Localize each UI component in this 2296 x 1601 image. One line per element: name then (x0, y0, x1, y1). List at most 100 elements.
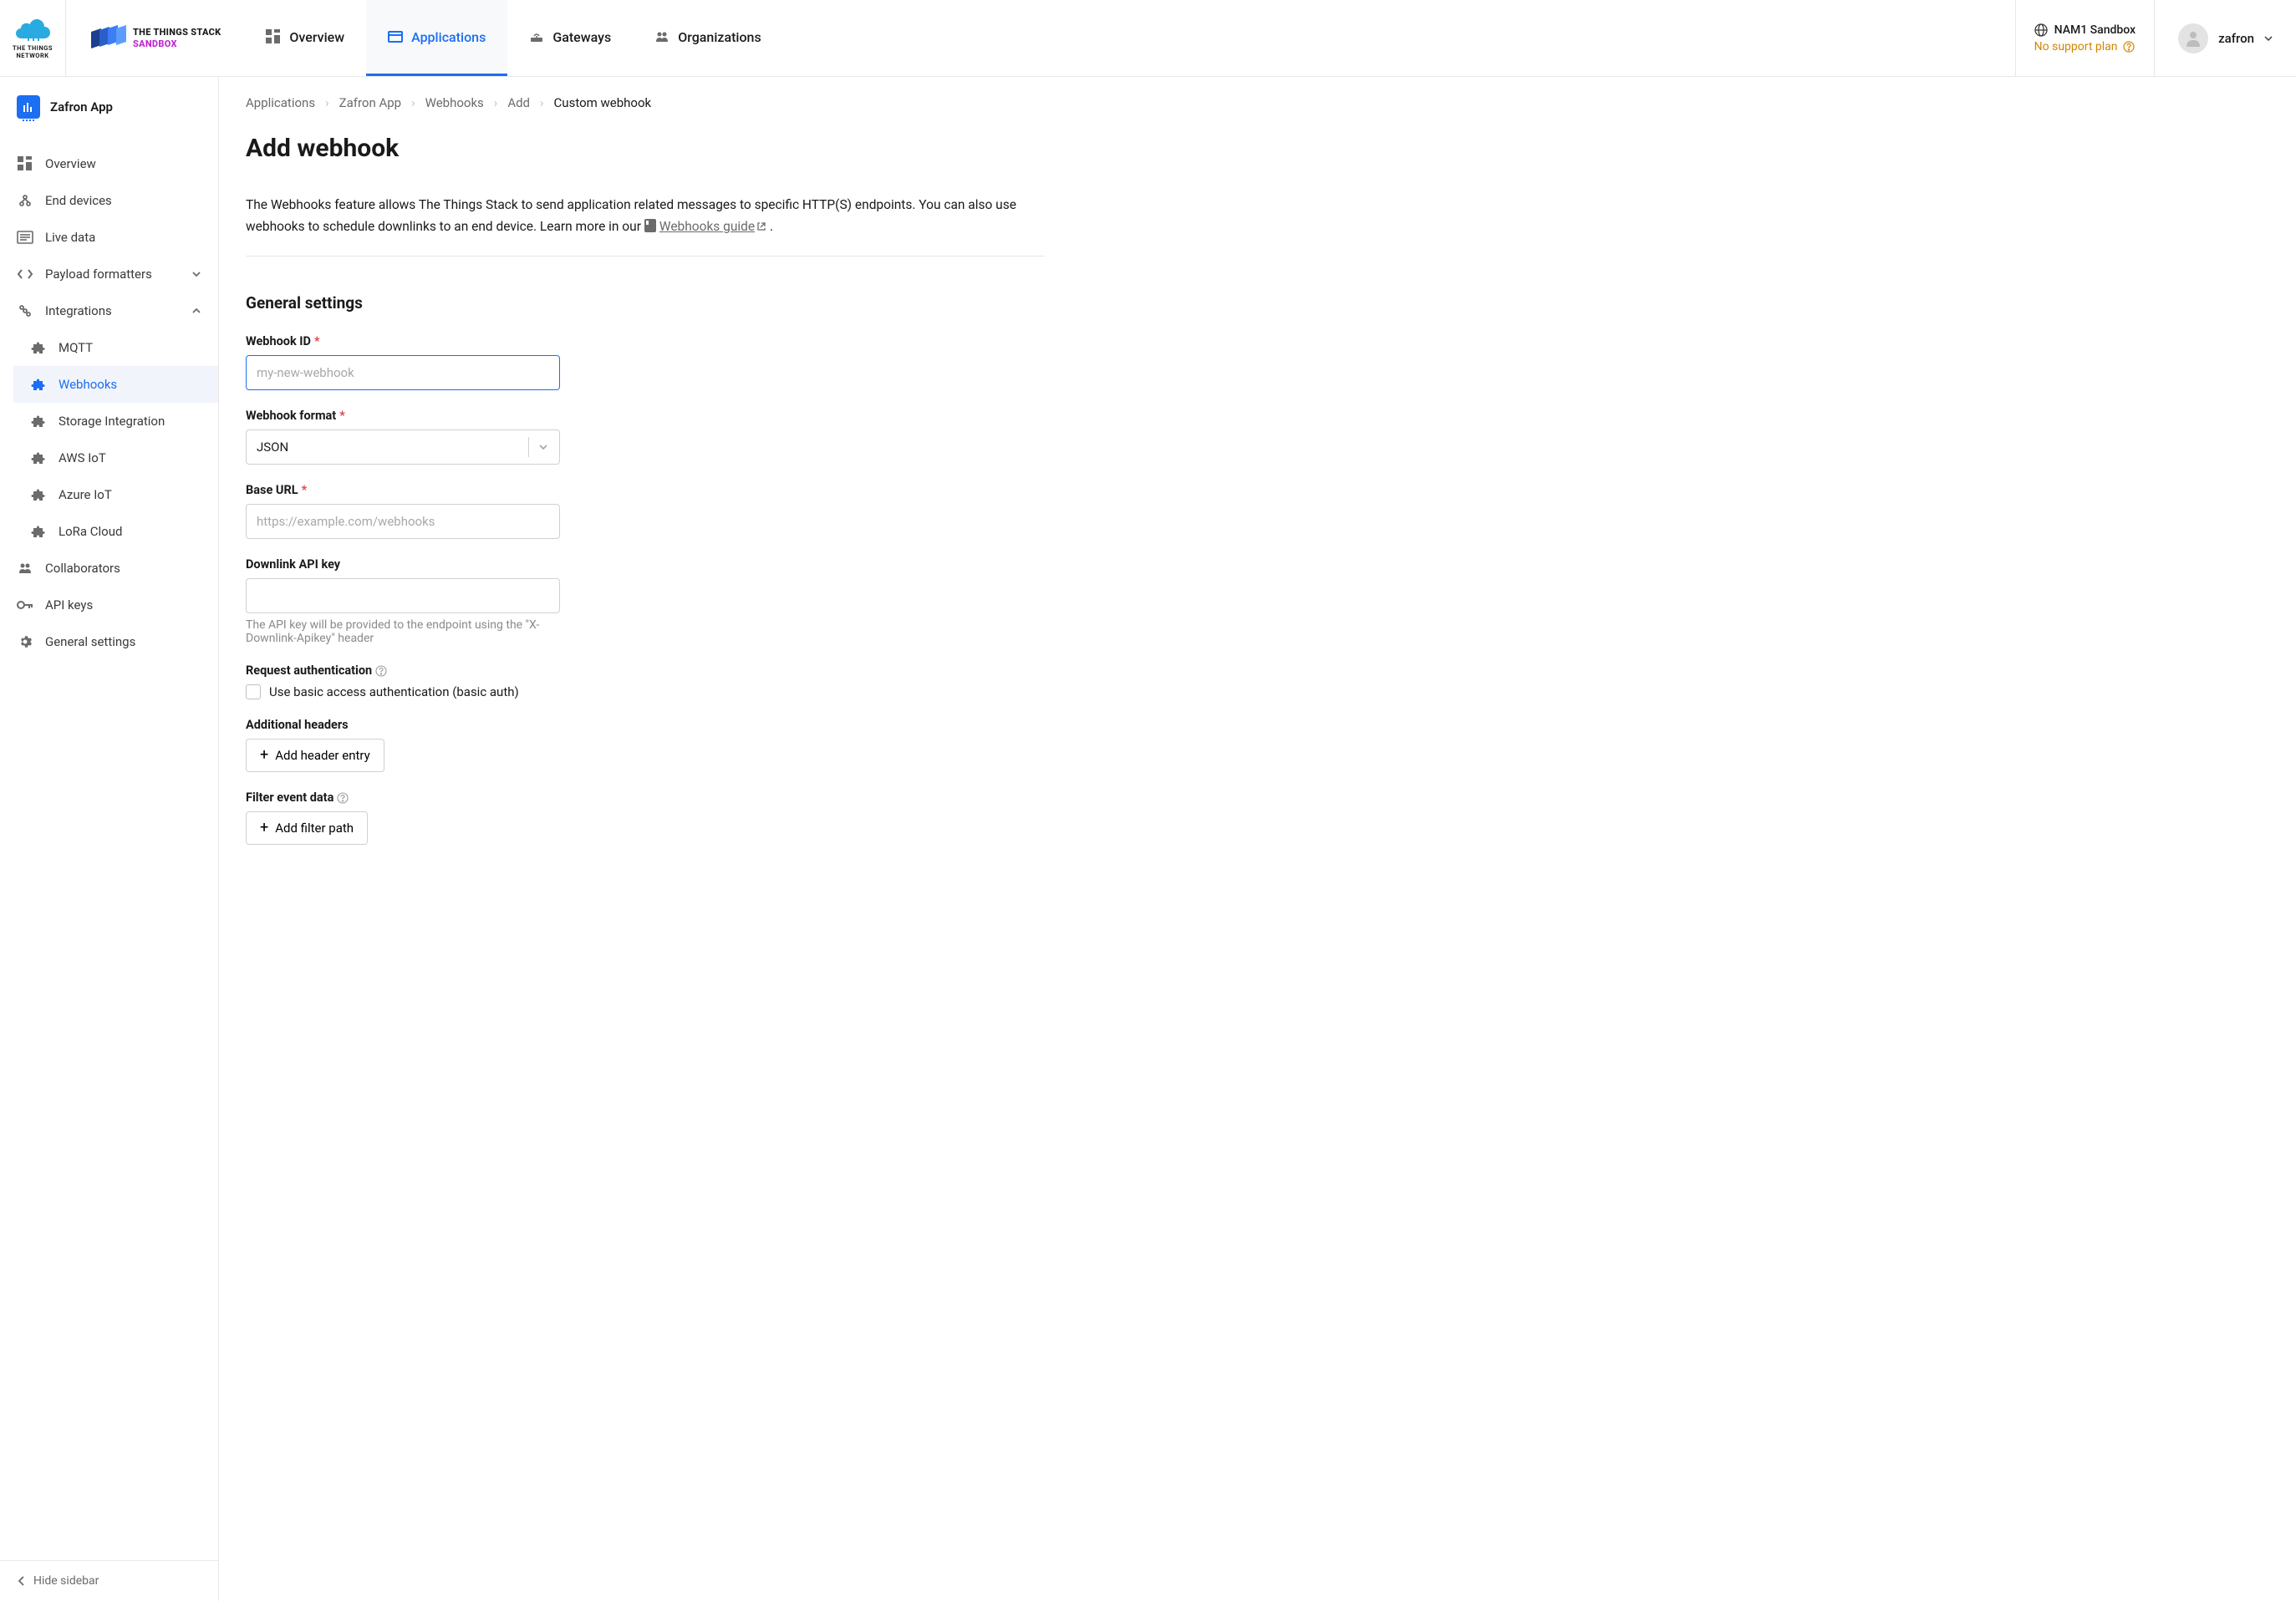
globe-icon (2034, 23, 2048, 37)
sidebar-general-settings-label: General settings (45, 634, 135, 649)
code-icon (17, 266, 33, 282)
sidebar-aws-label: AWS IoT (59, 450, 106, 465)
downlink-api-key-label: Downlink API key (246, 557, 560, 572)
dashboard-icon (266, 29, 281, 44)
puzzle-icon (30, 523, 47, 540)
chevron-right-icon: › (325, 95, 329, 110)
add-filter-path-button[interactable]: +Add filter path (246, 811, 368, 845)
organizations-icon (654, 29, 669, 44)
logo-ttn-block[interactable]: THE THINGS NETWORK (0, 0, 66, 76)
book-icon (644, 219, 656, 232)
main-nav: Overview Applications Gateways Organizat… (244, 0, 782, 76)
sidebar-lora-label: LoRa Cloud (59, 524, 122, 539)
tts-logo-icon (89, 25, 126, 52)
crumb-add[interactable]: Add (507, 95, 530, 110)
request-auth-label: Request authentication (246, 663, 560, 678)
plus-icon: + (260, 821, 268, 836)
downlink-hint: The API key will be provided to the endp… (246, 618, 560, 645)
user-menu[interactable]: zafron (2154, 0, 2296, 76)
avatar (2178, 23, 2208, 53)
cluster-name: NAM1 Sandbox (2054, 23, 2136, 37)
sidebar-aws[interactable]: AWS IoT (13, 440, 218, 476)
header: THE THINGS NETWORK THE THINGS STACK SAND… (0, 0, 2296, 77)
help-icon[interactable] (375, 665, 387, 677)
sidebar-end-devices[interactable]: End devices (0, 182, 218, 219)
puzzle-icon (30, 486, 47, 503)
sidebar-live-data[interactable]: Live data (0, 219, 218, 256)
help-icon[interactable] (337, 792, 349, 804)
nav-overview[interactable]: Overview (244, 0, 366, 76)
filter-event-data-label: Filter event data (246, 790, 560, 805)
chevron-right-icon: › (540, 95, 544, 110)
sidebar-overview[interactable]: Overview (0, 145, 218, 182)
downlink-api-key-input[interactable] (246, 578, 560, 613)
puzzle-icon (30, 376, 47, 393)
ttn-logo-text: THE THINGS NETWORK (8, 45, 57, 59)
crumb-applications[interactable]: Applications (246, 95, 315, 110)
chevron-down-icon (537, 441, 549, 453)
nav-applications[interactable]: Applications (366, 0, 507, 76)
crumb-app[interactable]: Zafron App (339, 95, 402, 110)
puzzle-icon (30, 413, 47, 429)
sidebar-end-devices-label: End devices (45, 193, 112, 208)
user-name: zafron (2218, 31, 2254, 46)
sidebar-collaborators[interactable]: Collaborators (0, 550, 218, 587)
webhook-format-select[interactable]: JSON (246, 429, 560, 465)
support-plan-text: No support plan (2034, 40, 2118, 53)
caret-down-icon (2264, 34, 2273, 43)
sidebar-payload-label: Payload formatters (45, 267, 152, 282)
puzzle-icon (30, 450, 47, 466)
chevron-right-icon: › (494, 95, 498, 110)
crumb-webhooks[interactable]: Webhooks (425, 95, 484, 110)
sidebar-live-data-label: Live data (45, 230, 95, 245)
help-icon (2123, 41, 2135, 53)
sidebar-lora[interactable]: LoRa Cloud (13, 513, 218, 550)
add-header-button[interactable]: +Add header entry (246, 739, 384, 772)
sidebar-azure-label: Azure IoT (59, 487, 112, 502)
applications-icon (388, 29, 403, 44)
live-data-icon (17, 229, 33, 246)
sidebar-api-keys[interactable]: API keys (0, 587, 218, 623)
base-url-input[interactable] (246, 504, 560, 539)
intro-text: The Webhooks feature allows The Things S… (246, 195, 1045, 257)
basic-auth-checkbox[interactable] (246, 684, 261, 699)
sidebar-payload-formatters[interactable]: Payload formatters (0, 256, 218, 292)
devices-icon (17, 192, 33, 209)
page-title: Add webhook (219, 122, 2296, 195)
sidebar-mqtt[interactable]: MQTT (13, 329, 218, 366)
webhook-id-input[interactable] (246, 355, 560, 390)
sidebar-webhooks[interactable]: Webhooks (13, 366, 218, 403)
chevron-right-icon: › (411, 95, 415, 110)
gear-icon (17, 633, 33, 650)
chevron-left-icon (17, 1575, 25, 1587)
tts-logo-line2: SANDBOX (133, 38, 221, 49)
section-general-settings: General settings (246, 293, 1045, 313)
sidebar-general-settings[interactable]: General settings (0, 623, 218, 660)
sidebar-app-header[interactable]: Zafron App (0, 77, 218, 137)
ttn-cloud-icon (13, 17, 53, 43)
sidebar-storage[interactable]: Storage Integration (13, 403, 218, 440)
external-link-icon (756, 221, 766, 231)
main-content: Applications › Zafron App › Webhooks › A… (219, 77, 2296, 1601)
sidebar-azure[interactable]: Azure IoT (13, 476, 218, 513)
webhooks-guide-link[interactable]: Webhooks guide (659, 219, 766, 234)
nav-applications-label: Applications (411, 29, 486, 45)
webhook-format-label: Webhook format* (246, 409, 560, 423)
base-url-label: Base URL* (246, 483, 560, 497)
webhook-id-label: Webhook ID* (246, 334, 560, 348)
logo-tts-block[interactable]: THE THINGS STACK SANDBOX (66, 0, 244, 76)
hide-sidebar-button[interactable]: Hide sidebar (0, 1560, 218, 1601)
app-name: Zafron App (50, 99, 113, 114)
chevron-up-icon (191, 306, 201, 316)
nav-organizations[interactable]: Organizations (633, 0, 783, 76)
nav-gateways[interactable]: Gateways (507, 0, 633, 76)
gateways-icon (529, 29, 544, 44)
hide-sidebar-label: Hide sidebar (33, 1574, 99, 1588)
breadcrumb: Applications › Zafron App › Webhooks › A… (219, 77, 2296, 122)
nav-organizations-label: Organizations (678, 29, 761, 45)
nav-gateways-label: Gateways (552, 29, 611, 45)
sidebar-integrations[interactable]: Integrations (0, 292, 218, 329)
cluster-block[interactable]: NAM1 Sandbox No support plan (2015, 0, 2154, 76)
sidebar-api-keys-label: API keys (45, 597, 93, 612)
sidebar-mqtt-label: MQTT (59, 340, 93, 355)
